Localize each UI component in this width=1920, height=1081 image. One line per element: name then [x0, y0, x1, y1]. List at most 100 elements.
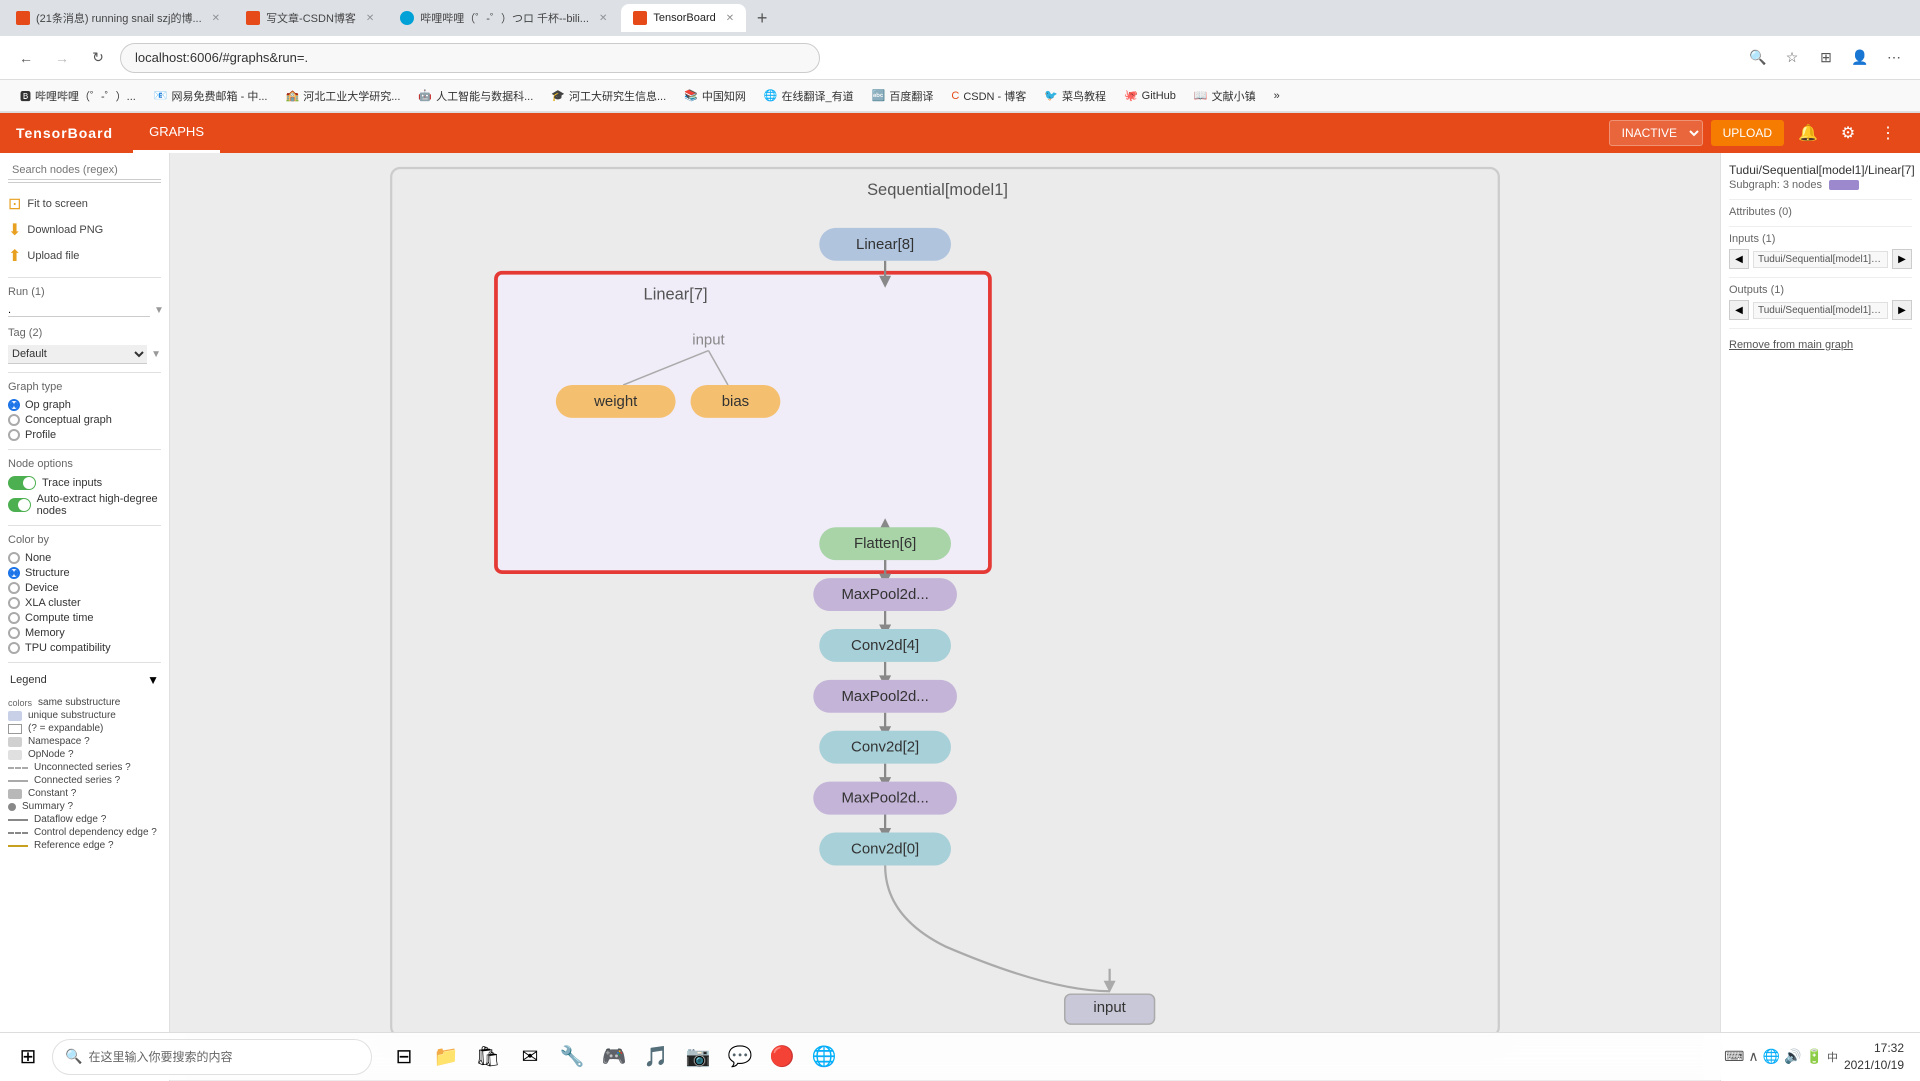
run-input[interactable]: [8, 304, 150, 317]
output-prev-btn[interactable]: ◀: [1729, 300, 1749, 320]
run-selector[interactable]: INACTIVE: [1609, 120, 1703, 146]
tray-keyboard-icon[interactable]: ⌨: [1724, 1048, 1744, 1065]
trace-inputs-toggle[interactable]: [8, 476, 36, 490]
tray-lang-icon[interactable]: 中: [1827, 1049, 1838, 1065]
radio-profile[interactable]: Profile: [8, 429, 161, 441]
tab-4[interactable]: TensorBoard ✕: [621, 4, 746, 32]
color-by-label: Color by: [8, 532, 161, 548]
tab-3-close[interactable]: ✕: [599, 13, 607, 24]
color-tpu[interactable]: TPU compatibility: [8, 642, 161, 654]
tab-2[interactable]: 写文章-CSDN博客 ✕: [234, 4, 386, 32]
settings-icon[interactable]: ⚙: [1832, 117, 1864, 149]
upload-file-link[interactable]: ⬆ Upload file: [8, 243, 161, 269]
notifications-icon[interactable]: 🔔: [1792, 117, 1824, 149]
radio-conceptual[interactable]: Conceptual graph: [8, 414, 161, 426]
auto-extract-toggle[interactable]: [8, 498, 31, 512]
outputs-label: Outputs (1): [1729, 284, 1912, 296]
tab-1-close[interactable]: ✕: [212, 13, 220, 24]
search-input[interactable]: [8, 161, 161, 180]
tab-1-favicon: [16, 11, 30, 25]
start-button[interactable]: ⊞: [8, 1037, 48, 1077]
bookmark-7[interactable]: 🔤百度翻译: [864, 85, 942, 107]
bookmarks-more[interactable]: »: [1266, 87, 1288, 105]
taskbar-edge[interactable]: 🌐: [804, 1037, 844, 1077]
tray-battery-icon: 🔋: [1806, 1048, 1823, 1065]
output-next-btn[interactable]: ▶: [1892, 300, 1912, 320]
bookmark-2[interactable]: 🏫河北工业大学研究...: [278, 85, 409, 107]
color-structure[interactable]: Structure: [8, 567, 161, 579]
taskbar-wechat[interactable]: 💬: [720, 1037, 760, 1077]
taskbar-task-view[interactable]: ⊟: [384, 1037, 424, 1077]
color-none[interactable]: None: [8, 552, 161, 564]
color-device[interactable]: Device: [8, 582, 161, 594]
taskbar-store[interactable]: 🛍: [468, 1037, 508, 1077]
graph-area[interactable]: Sequential[model1] Linear[7] Linear[8] i…: [170, 153, 1720, 1081]
legend-row-7: Constant ?: [8, 788, 161, 799]
favorites-icon[interactable]: ☆: [1778, 44, 1806, 72]
tab-3[interactable]: 哔哩哔哩（゜-゜）つロ 千杯--bili... ✕: [388, 4, 619, 32]
back-button[interactable]: ←: [12, 44, 40, 72]
new-tab-button[interactable]: +: [748, 4, 776, 32]
color-xla[interactable]: XLA cluster: [8, 597, 161, 609]
bookmark-11[interactable]: 📖文献小镇: [1186, 85, 1264, 107]
refresh-button[interactable]: ↻: [84, 44, 112, 72]
tab-4-close[interactable]: ✕: [726, 13, 734, 24]
tab-1[interactable]: (21条消息) running snail szj的博... ✕: [4, 4, 232, 32]
tag-select[interactable]: Default: [8, 345, 147, 364]
legend-row-2: (? = expandable): [8, 723, 161, 734]
upload-button[interactable]: UPLOAD: [1711, 120, 1784, 146]
taskbar-app4[interactable]: 🎮: [594, 1037, 634, 1077]
taskbar-app3[interactable]: 🔧: [552, 1037, 592, 1077]
graph-svg: Sequential[model1] Linear[7] Linear[8] i…: [170, 153, 1720, 1081]
bookmark-1[interactable]: 📧网易免费邮箱 - 中...: [146, 85, 276, 107]
tray-chevron-icon[interactable]: ∧: [1748, 1048, 1758, 1065]
tb-tab-graphs[interactable]: GRAPHS: [133, 113, 220, 153]
more-vert-icon[interactable]: ⋮: [1872, 117, 1904, 149]
linear7-box-label: Linear[7]: [644, 286, 708, 304]
tag-label: Tag (2): [8, 325, 42, 341]
radio-dot-none: [8, 552, 20, 564]
tab-2-label: 写文章-CSDN博客: [266, 10, 356, 26]
bookmark-8[interactable]: CCSDN - 博客: [943, 85, 1034, 107]
color-by-radio-group: None Structure Device XLA cluster: [8, 552, 161, 654]
taskbar-mail[interactable]: ✉: [510, 1037, 550, 1077]
more-icon[interactable]: ⋯: [1880, 44, 1908, 72]
tag-dropdown-icon[interactable]: ▼: [151, 349, 161, 360]
tray-volume-icon[interactable]: 🔊: [1784, 1048, 1801, 1065]
tensorboard-logo: TensorBoard: [16, 125, 113, 141]
tab-2-close[interactable]: ✕: [366, 13, 374, 24]
taskbar-file-explorer[interactable]: 📁: [426, 1037, 466, 1077]
right-panel-subtitle: Subgraph: 3 nodes: [1729, 179, 1912, 191]
bookmark-9[interactable]: 🐦菜鸟教程: [1036, 85, 1114, 107]
remove-from-graph-btn[interactable]: Remove from main graph: [1729, 335, 1853, 355]
radio-op-graph[interactable]: Op graph: [8, 399, 161, 411]
bookmark-0[interactable]: 🅱哔哩哔哩（゜-゜）...: [12, 85, 144, 107]
input-prev-btn[interactable]: ◀: [1729, 249, 1749, 269]
bookmark-6[interactable]: 🌐在线翻译_有道: [756, 85, 862, 107]
collections-icon[interactable]: ⊞: [1812, 44, 1840, 72]
run-dropdown-icon[interactable]: ▼: [154, 305, 164, 316]
profile-icon[interactable]: 👤: [1846, 44, 1874, 72]
bookmark-3[interactable]: 🤖人工智能与数据科...: [410, 85, 541, 107]
tray-time[interactable]: 17:32 2021/10/19: [1844, 1040, 1904, 1074]
taskbar-search[interactable]: 🔍 在这里输入你要搜索的内容: [52, 1039, 372, 1075]
address-input[interactable]: [120, 43, 820, 73]
legend-header[interactable]: Legend ▼: [8, 669, 161, 691]
tray-network-icon[interactable]: 🌐: [1763, 1048, 1780, 1065]
tab-bar: (21条消息) running snail szj的博... ✕ 写文章-CSD…: [0, 0, 1920, 36]
taskbar-jetbrains[interactable]: 🔴: [762, 1037, 802, 1077]
bookmark-10[interactable]: 🐙GitHub: [1116, 86, 1184, 105]
color-memory[interactable]: Memory: [8, 627, 161, 639]
taskbar-app5[interactable]: 🎵: [636, 1037, 676, 1077]
legend-toggle-icon[interactable]: ▼: [147, 673, 159, 687]
bookmark-5[interactable]: 📚中国知网: [676, 85, 754, 107]
input-next-btn[interactable]: ▶: [1892, 249, 1912, 269]
input-value: Tudui/Sequential[model1]/Flatten[6]/: [1753, 251, 1888, 268]
color-compute[interactable]: Compute time: [8, 612, 161, 624]
forward-button[interactable]: →: [48, 44, 76, 72]
search-icon[interactable]: 🔍: [1744, 44, 1772, 72]
download-png-link[interactable]: ⬇ Download PNG: [8, 217, 161, 243]
taskbar-app6[interactable]: 📷: [678, 1037, 718, 1077]
bookmark-4[interactable]: 🎓河工大研究生信息...: [543, 85, 674, 107]
fit-to-screen-link[interactable]: ⊡ Fit to screen: [8, 191, 161, 217]
